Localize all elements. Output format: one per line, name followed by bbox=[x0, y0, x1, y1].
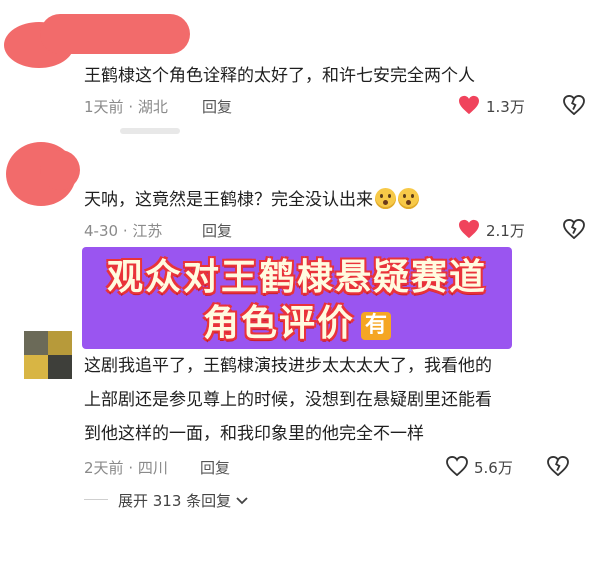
shocked-emoji-icon bbox=[398, 188, 419, 209]
comment-meta: 4-30 · 江苏 bbox=[84, 222, 163, 240]
heart-filled-icon[interactable] bbox=[458, 219, 480, 239]
reply-button[interactable]: 回复 bbox=[200, 457, 230, 478]
reply-button[interactable]: 回复 bbox=[202, 96, 232, 117]
expand-replies-button[interactable]: 展开 313 条回复 bbox=[118, 490, 248, 511]
divider-artifact bbox=[120, 128, 180, 134]
dislike-broken-heart-icon[interactable] bbox=[563, 95, 585, 115]
comment-time: 2天前 bbox=[84, 459, 124, 477]
dislike-broken-heart-icon[interactable] bbox=[563, 219, 585, 239]
heart-outline-icon[interactable] bbox=[446, 456, 468, 476]
expand-divider bbox=[84, 499, 108, 500]
comment-meta: 2天前 · 四川 bbox=[84, 459, 168, 477]
like-count: 1.3万 bbox=[486, 98, 525, 116]
avatar[interactable] bbox=[24, 331, 72, 379]
chevron-down-icon bbox=[236, 497, 248, 505]
comment-location: 四川 bbox=[137, 459, 168, 477]
comment-time: 1天前 bbox=[84, 98, 124, 116]
comment-text-line: 这剧我追平了，王鹤棣演技进步太太太大了，我看他的 bbox=[84, 356, 492, 376]
overlay-banner: 观众对王鹤棣悬疑赛道 角色评价有 bbox=[82, 247, 512, 349]
comment-location: 江苏 bbox=[132, 222, 163, 240]
like-count: 2.1万 bbox=[486, 222, 525, 240]
reply-button[interactable]: 回复 bbox=[202, 220, 232, 241]
like-count: 5.6万 bbox=[474, 459, 513, 477]
comment-text-line: 到他这样的一面，和我印象里的他完全不一样 bbox=[84, 424, 424, 444]
dislike-broken-heart-icon[interactable] bbox=[547, 456, 569, 476]
comment-text-line: 上部剧还是参见尊上的时候，没想到在悬疑剧里还能看 bbox=[84, 390, 492, 410]
comment-text: 王鹤棣这个角色诠释的太好了，和许七安完全两个人 bbox=[84, 66, 475, 86]
comment-time: 4-30 bbox=[84, 222, 119, 240]
shocked-emoji-icon bbox=[375, 188, 396, 209]
banner-title: 观众对王鹤棣悬疑赛道 bbox=[106, 256, 487, 298]
banner-subtitle: 角色评价有 bbox=[82, 301, 512, 345]
comment-meta: 1天前 · 湖北 bbox=[84, 98, 168, 116]
badge-icon: 有 bbox=[361, 312, 392, 340]
comment-text: 天呐，这竟然是王鹤棣？完全没认出来 bbox=[84, 183, 419, 217]
comment-location: 湖北 bbox=[137, 98, 168, 116]
heart-filled-icon[interactable] bbox=[458, 95, 480, 115]
